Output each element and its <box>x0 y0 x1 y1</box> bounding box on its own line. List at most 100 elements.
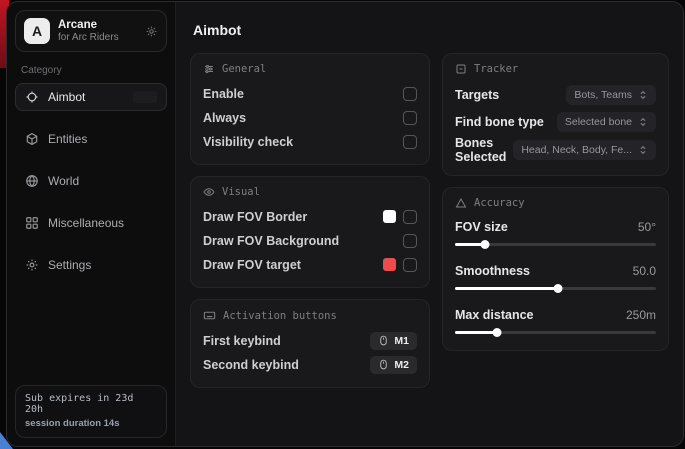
brand-subtitle: for Arc Riders <box>58 32 119 44</box>
fov-size-slider[interactable] <box>455 239 656 249</box>
second-keybind-button[interactable]: M2 <box>370 356 417 374</box>
sub-expires-text: Sub expires in 23d 20h <box>25 393 157 415</box>
slider-value: 50.0 <box>633 264 656 278</box>
setting-label: Find bone type <box>455 115 544 129</box>
setting-label: Enable <box>203 87 244 101</box>
activation-card: Activation buttons First keybind M1 <box>190 299 430 388</box>
targets-dropdown[interactable]: Bots, Teams <box>566 85 656 105</box>
tracker-card: Tracker Targets Bots, Teams <box>442 53 669 176</box>
globe-icon <box>25 174 39 188</box>
fov-border-checkbox[interactable] <box>403 210 417 224</box>
sidebar: A Arcane for Arc Riders Category <box>7 2 176 446</box>
card-header-label: Activation buttons <box>223 310 337 322</box>
unfold-icon <box>638 117 648 127</box>
slider-value: 250m <box>626 308 656 322</box>
keybind-value: M2 <box>394 359 409 371</box>
slider-row-fov-size: FOV size 50° <box>455 216 656 249</box>
cube-icon <box>25 132 39 146</box>
setting-label: FOV size <box>455 220 508 234</box>
card-header-label: Visual <box>222 186 260 198</box>
setting-row-targets: Targets Bots, Teams <box>455 82 656 108</box>
setting-label: Visibility check <box>203 135 293 149</box>
sidebar-item-world[interactable]: World <box>15 167 167 195</box>
dropdown-value: Head, Neck, Body, Fe... <box>521 144 632 156</box>
card-header-label: Accuracy <box>474 197 525 209</box>
setting-row-first-keybind: First keybind M1 <box>203 329 417 352</box>
setting-row-enable: Enable <box>203 82 417 105</box>
dropdown-value: Selected bone <box>565 116 632 128</box>
brand-card: A Arcane for Arc Riders <box>15 10 167 52</box>
bone-type-dropdown[interactable]: Selected bone <box>557 112 656 132</box>
grid-icon <box>25 216 39 230</box>
category-label: Category <box>21 65 161 76</box>
slider-row-smoothness: Smoothness 50.0 <box>455 260 656 293</box>
first-keybind-button[interactable]: M1 <box>370 332 417 350</box>
setting-row-second-keybind: Second keybind M2 <box>203 353 417 376</box>
setting-label: Second keybind <box>203 358 299 372</box>
sidebar-item-aimbot[interactable]: Aimbot <box>15 83 167 111</box>
sidebar-nav: Aimbot Entities World <box>15 83 167 279</box>
sidebar-item-label: Miscellaneous <box>48 216 124 230</box>
setting-row-visibility-check: Visibility check <box>203 130 417 153</box>
general-card: General Enable Always Visibility check <box>190 53 430 165</box>
sliders-icon <box>203 63 215 75</box>
unfold-icon <box>638 90 648 100</box>
color-swatch-white[interactable] <box>383 210 396 223</box>
page-title: Aimbot <box>193 22 669 38</box>
subscription-info: Sub expires in 23d 20h session duration … <box>15 385 167 438</box>
sidebar-item-miscellaneous[interactable]: Miscellaneous <box>15 209 167 237</box>
brand-name: Arcane <box>58 19 119 32</box>
slider-thumb[interactable] <box>553 284 562 293</box>
card-header-label: General <box>222 63 266 75</box>
setting-row-fov-border: Draw FOV Border <box>203 205 417 228</box>
setting-label: Targets <box>455 88 499 102</box>
sidebar-item-label: Settings <box>48 258 91 272</box>
always-checkbox[interactable] <box>403 111 417 125</box>
mouse-icon <box>378 335 389 346</box>
sidebar-item-entities[interactable]: Entities <box>15 125 167 153</box>
setting-label: Bones Selected <box>455 136 513 164</box>
smoothness-slider[interactable] <box>455 283 656 293</box>
setting-label: Always <box>203 111 246 125</box>
eye-icon <box>203 186 215 198</box>
triangle-icon <box>455 197 467 209</box>
setting-label: Draw FOV target <box>203 258 301 272</box>
fov-background-checkbox[interactable] <box>403 234 417 248</box>
setting-label: Smoothness <box>455 264 530 278</box>
setting-row-fov-background: Draw FOV Background <box>203 229 417 252</box>
card-header-label: Tracker <box>474 63 518 75</box>
setting-label: Draw FOV Background <box>203 234 339 248</box>
app-window: A Arcane for Arc Riders Category <box>6 1 684 447</box>
setting-label: Max distance <box>455 308 534 322</box>
scan-icon <box>455 63 467 75</box>
visibility-check-checkbox[interactable] <box>403 135 417 149</box>
visual-card: Visual Draw FOV Border Draw FOV Backgrou… <box>190 176 430 288</box>
main-content: Aimbot General Enable <box>176 2 683 446</box>
enable-checkbox[interactable] <box>403 87 417 101</box>
setting-label: Draw FOV Border <box>203 210 307 224</box>
gear-icon <box>25 258 39 272</box>
keyboard-icon <box>203 309 216 322</box>
slider-value: 50° <box>638 220 656 234</box>
keybind-value: M1 <box>394 335 409 347</box>
color-swatch-red[interactable] <box>383 258 396 271</box>
max-distance-slider[interactable] <box>455 327 656 337</box>
slider-thumb[interactable] <box>481 240 490 249</box>
unfold-icon <box>638 145 648 155</box>
dropdown-value: Bots, Teams <box>574 89 632 101</box>
setting-row-bones-selected: Bones Selected Head, Neck, Body, Fe... <box>455 136 656 164</box>
mouse-icon <box>378 359 389 370</box>
setting-row-find-bone-type: Find bone type Selected bone <box>455 109 656 135</box>
keybind-hint-chip <box>133 91 157 103</box>
slider-thumb[interactable] <box>493 328 502 337</box>
sidebar-item-settings[interactable]: Settings <box>15 251 167 279</box>
bones-selected-dropdown[interactable]: Head, Neck, Body, Fe... <box>513 140 656 160</box>
fov-target-checkbox[interactable] <box>403 258 417 272</box>
sidebar-item-label: Aimbot <box>48 90 85 104</box>
sidebar-item-label: World <box>48 174 79 188</box>
brand-logo: A <box>24 18 50 44</box>
session-duration-text: session duration 14s <box>25 418 157 429</box>
sync-icon[interactable] <box>145 25 158 38</box>
accuracy-card: Accuracy FOV size 50° <box>442 187 669 351</box>
setting-row-always: Always <box>203 106 417 129</box>
